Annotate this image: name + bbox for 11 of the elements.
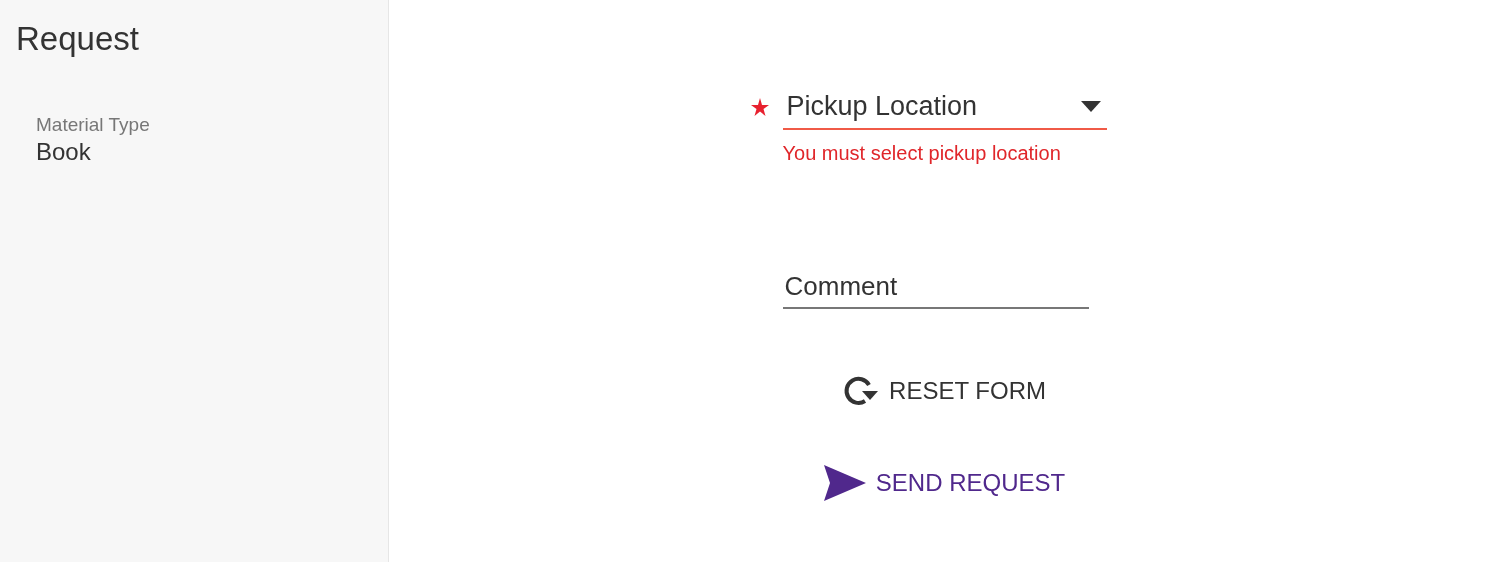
page-title: Request: [16, 20, 140, 58]
send-icon: [823, 465, 866, 501]
comment-field[interactable]: Comment: [782, 265, 1089, 309]
detail-value: Book: [36, 138, 92, 166]
caret-icon: [1080, 100, 1101, 112]
pickup-location-select[interactable]: Pickup Location: [782, 84, 1107, 130]
detail-label: Material Type: [36, 114, 151, 136]
reset-form-button[interactable]: RESET FORM: [843, 375, 1046, 407]
error-message: You must select pickup location: [782, 142, 1062, 165]
send-request-button[interactable]: SEND REQUEST: [823, 465, 1066, 501]
refresh-icon: [843, 375, 880, 407]
